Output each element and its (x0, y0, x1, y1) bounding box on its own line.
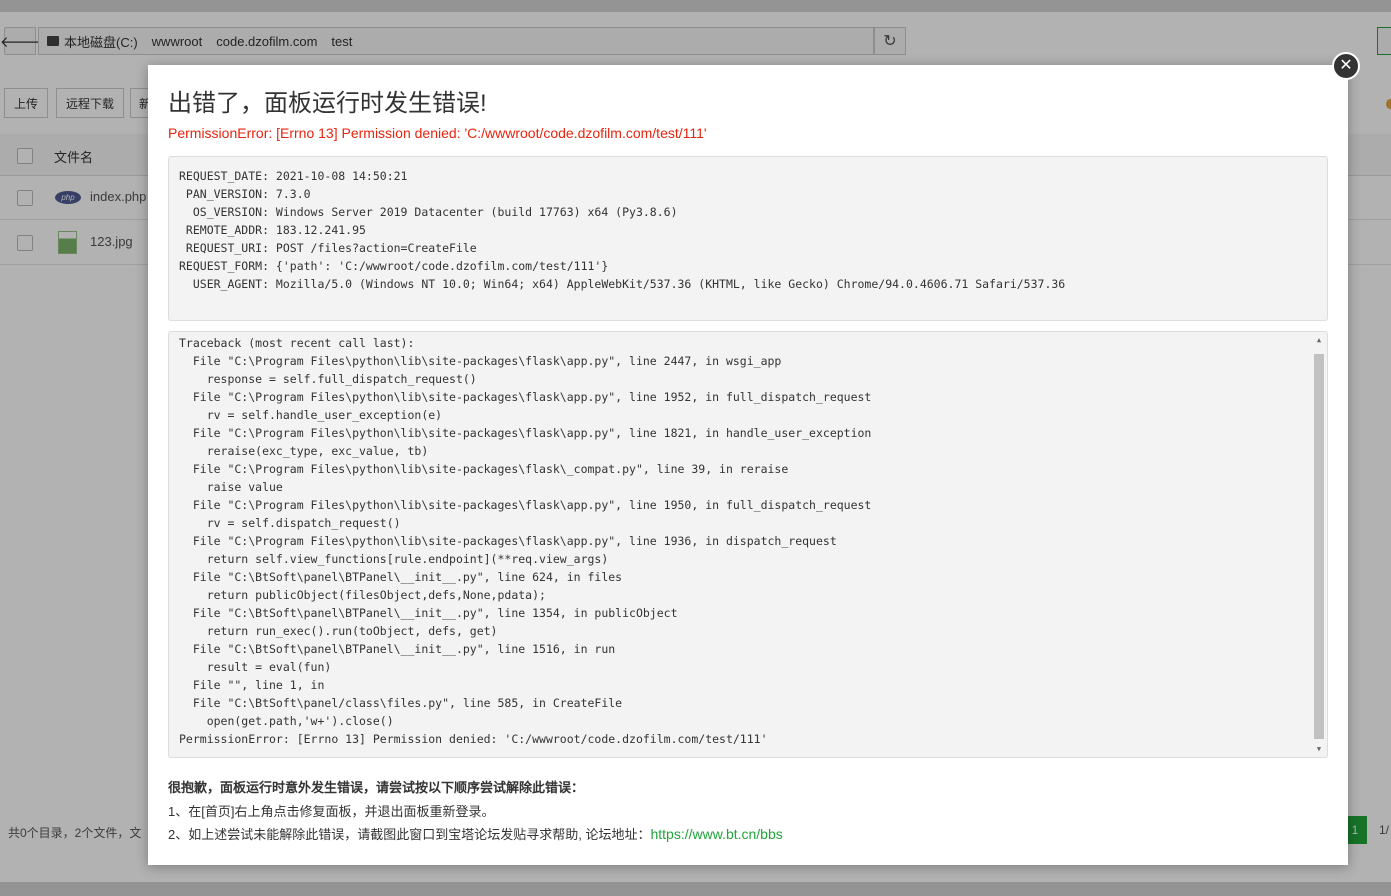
traceback-line: File "C:\Program Files\python\lib\site-p… (179, 498, 872, 512)
traceback-line: open(get.path,'w+').close() (179, 714, 394, 728)
traceback-line: File "", line 1, in (179, 678, 325, 692)
traceback-line: raise value (179, 480, 283, 494)
traceback-line: result = eval(fun) (179, 660, 332, 674)
traceback-line: return publicObject(filesObject,defs,Non… (179, 588, 546, 602)
help-step-2: 2、如上述尝试未能解除此错误，请截图此窗口到宝塔论坛发贴寻求帮助, 论坛地址：h… (168, 824, 783, 843)
traceback-line: rv = self.handle_user_exception(e) (179, 408, 443, 422)
forum-link[interactable]: https://www.bt.cn/bbs (650, 826, 782, 842)
traceback-line: PermissionError: [Errno 13] Permission d… (179, 732, 768, 746)
scroll-thumb[interactable] (1314, 354, 1324, 739)
error-message: PermissionError: [Errno 13] Permission d… (168, 125, 707, 141)
traceback-line: reraise(exc_type, exc_value, tb) (179, 444, 429, 458)
info-line: REQUEST_FORM: {'path': 'C:/wwwroot/code.… (179, 259, 609, 273)
info-line: PAN_VERSION: 7.3.0 (179, 187, 311, 201)
traceback-line: File "C:\BtSoft\panel\BTPanel\__init__.p… (179, 606, 678, 620)
close-icon: ✕ (1339, 57, 1353, 74)
traceback-line: Traceback (most recent call last): (179, 336, 415, 350)
info-line: REQUEST_URI: POST /files?action=CreateFi… (179, 241, 477, 255)
traceback-line: File "C:\BtSoft\panel\BTPanel\__init__.p… (179, 570, 623, 584)
request-info-box: REQUEST_DATE: 2021-10-08 14:50:21 PAN_VE… (168, 156, 1328, 321)
help-step-1: 1、在[首页]右上角点击修复面板，并退出面板重新登录。 (168, 804, 495, 819)
dialog-title: 出错了，面板运行时发生错误! (168, 90, 487, 117)
traceback-line: response = self.full_dispatch_request() (179, 372, 477, 386)
traceback-line: File "C:\Program Files\python\lib\site-p… (179, 426, 872, 440)
traceback-box[interactable]: Traceback (most recent call last): File … (168, 331, 1328, 758)
scroll-down-icon[interactable]: ▼ (1313, 743, 1325, 755)
traceback-line: File "C:\Program Files\python\lib\site-p… (179, 462, 789, 476)
info-line: REQUEST_DATE: 2021-10-08 14:50:21 (179, 169, 408, 183)
traceback-line: File "C:\Program Files\python\lib\site-p… (179, 390, 872, 404)
traceback-line: File "C:\Program Files\python\lib\site-p… (179, 534, 837, 548)
error-dialog: 出错了，面板运行时发生错误! PermissionError: [Errno 1… (148, 65, 1348, 865)
traceback-line: return self.view_functions[rule.endpoint… (179, 552, 609, 566)
info-line: REMOTE_ADDR: 183.12.241.95 (179, 223, 366, 237)
traceback-line: File "C:\BtSoft\panel/class\files.py", l… (179, 696, 623, 710)
traceback-line: File "C:\BtSoft\panel\BTPanel\__init__.p… (179, 642, 616, 656)
help-title: 很抱歉，面板运行时意外发生错误，请尝试按以下顺序尝试解除此错误： (168, 780, 585, 795)
traceback-line: File "C:\Program Files\python\lib\site-p… (179, 354, 782, 368)
traceback-line: return run_exec().run(toObject, defs, ge… (179, 624, 498, 638)
info-line: OS_VERSION: Windows Server 2019 Datacent… (179, 205, 678, 219)
help-step-2-text: 2、如上述尝试未能解除此错误，请截图此窗口到宝塔论坛发贴寻求帮助, 论坛地址： (168, 827, 651, 842)
info-line: USER_AGENT: Mozilla/5.0 (Windows NT 10.0… (179, 277, 1066, 291)
close-dialog-button[interactable]: ✕ (1332, 52, 1360, 80)
traceback-line: rv = self.dispatch_request() (179, 516, 401, 530)
traceback-scrollbar[interactable]: ▲ ▼ (1313, 334, 1325, 755)
scroll-up-icon[interactable]: ▲ (1313, 334, 1325, 346)
